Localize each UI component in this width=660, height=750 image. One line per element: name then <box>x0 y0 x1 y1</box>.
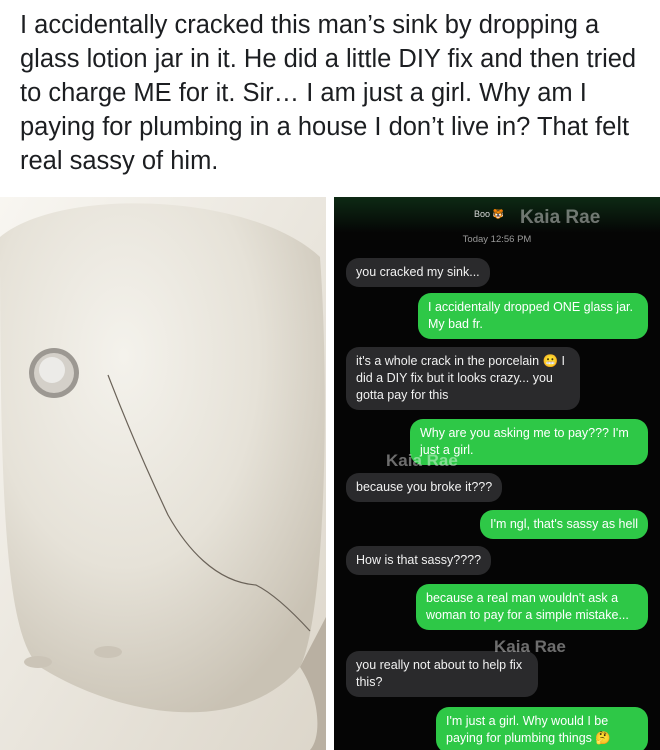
message-bubble-outgoing: I'm ngl, that's sassy as hell <box>480 510 648 539</box>
message-bubble-outgoing: I accidentally dropped ONE glass jar. My… <box>418 293 648 339</box>
message-bubble-incoming: you really not about to help fix this? <box>346 651 538 697</box>
message-bubble-outgoing: I'm just a girl. Why would I be paying f… <box>436 707 648 750</box>
text-message-screenshot: Boo 🐯 Today 12:56 PM you cracked my sink… <box>334 197 660 750</box>
tiger-emoji-icon: 🐯 <box>492 209 504 219</box>
message-bubble-incoming: you cracked my sink... <box>346 258 490 287</box>
message-bubble-incoming: because you broke it??? <box>346 473 503 502</box>
message-bubble-outgoing: because a real man wouldn't ask a woman … <box>416 584 648 630</box>
message-bubble-outgoing: Why are you asking me to pay??? I'm just… <box>410 419 648 465</box>
message-bubble-incoming: How is that sassy???? <box>346 546 492 575</box>
contact-name-text: Boo <box>474 209 491 219</box>
post-caption: I accidentally cracked this man’s sink b… <box>20 11 637 175</box>
chat-timestamp: Today 12:56 PM <box>462 234 532 245</box>
sink-photo <box>0 197 326 750</box>
contact-name: Boo 🐯 <box>474 209 504 220</box>
message-bubble-incoming: it's a whole crack in the porcelain 😬 I … <box>346 347 580 410</box>
